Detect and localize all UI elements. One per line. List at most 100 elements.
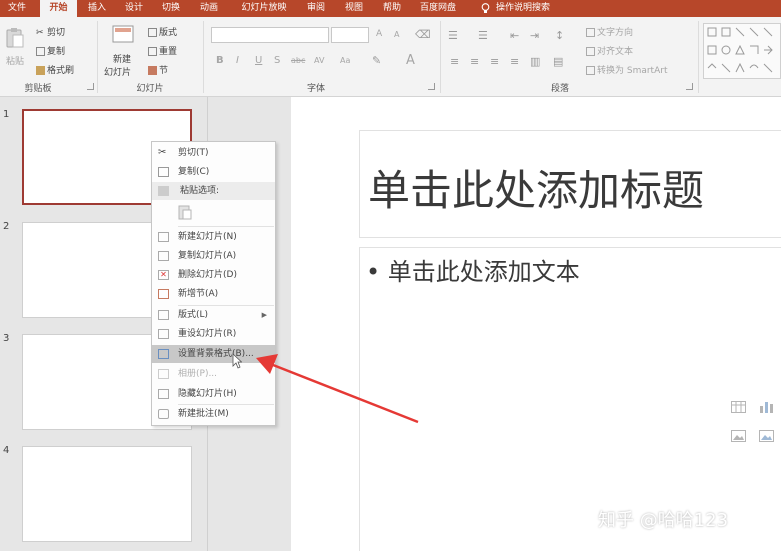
slide-number: 4 [3, 445, 10, 456]
menu-item-new-slide[interactable]: 新建幻灯片(N) [152, 228, 275, 246]
justify-icon[interactable]: ≡ [510, 55, 519, 68]
slide-number: 2 [3, 221, 10, 232]
new-slide-icon [158, 232, 169, 242]
menu-item-cut[interactable]: ✂ 剪切(T) [152, 144, 275, 162]
shapes-gallery[interactable] [703, 23, 781, 79]
tab-view[interactable]: 视图 [338, 0, 370, 17]
slide-number: 3 [3, 333, 10, 344]
group-label-clipboard: 剪贴板 [24, 84, 52, 94]
shapes-icon [707, 27, 773, 73]
group-separator [440, 21, 441, 93]
insert-online-picture-icon[interactable] [759, 430, 774, 442]
title-placeholder-text: 单击此处添加标题 [368, 166, 705, 215]
clipboard-launcher-icon[interactable] [87, 83, 94, 90]
tab-review[interactable]: 审阅 [300, 0, 332, 17]
layout-button[interactable]: 版式 [148, 25, 177, 38]
insert-picture-icon[interactable] [731, 430, 746, 442]
align-right-icon[interactable]: ≡ [490, 55, 499, 68]
group-separator [97, 21, 98, 93]
menu-item-add-section[interactable]: 新增节(A) [152, 285, 275, 303]
reset-icon [148, 47, 157, 56]
slide-number: 1 [3, 109, 10, 120]
tab-home[interactable]: 开始 [40, 0, 77, 17]
paragraph-more-icon[interactable]: ▤ [553, 55, 563, 68]
tab-help[interactable]: 帮助 [376, 0, 408, 17]
grow-font-button[interactable]: A [376, 29, 382, 39]
paste-button[interactable]: 粘贴 [6, 54, 24, 67]
add-section-icon [158, 289, 169, 299]
scissors-icon: ✂ [36, 28, 44, 38]
submenu-arrow-icon: ▶ [261, 311, 267, 319]
columns-icon[interactable]: ▥ [530, 55, 540, 68]
delete-slide-icon: ✕ [158, 270, 169, 280]
text-direction-button[interactable]: 文字方向 [586, 25, 633, 38]
group-separator [203, 21, 204, 93]
italic-button[interactable]: I [236, 55, 239, 66]
menu-item-layout[interactable]: 版式(L) ▶ [152, 306, 275, 324]
shrink-font-button[interactable]: A [394, 30, 399, 39]
menu-paste-options-header: 粘贴选项: [152, 182, 275, 200]
reset-button[interactable]: 重置 [148, 44, 177, 57]
tab-baidu-netdisk[interactable]: 百度网盘 [414, 0, 462, 17]
align-left-icon[interactable]: ≡ [450, 55, 459, 68]
mouse-cursor-icon [232, 353, 242, 369]
menu-item-duplicate-slide[interactable]: 复制幻灯片(A) [152, 247, 275, 265]
section-icon [148, 66, 157, 75]
new-slide-icon [112, 25, 134, 43]
change-case-button[interactable]: Aa [340, 56, 350, 65]
tab-animations[interactable]: 动画 [193, 0, 225, 17]
underline-button[interactable]: U [255, 55, 262, 66]
group-label-paragraph: 段落 [550, 84, 569, 94]
decrease-indent-icon[interactable]: ⇤ [510, 29, 519, 42]
smartart-icon [586, 66, 595, 75]
insert-chart-icon[interactable] [759, 401, 774, 413]
font-launcher-icon[interactable] [428, 83, 435, 90]
duplicate-slide-icon [158, 251, 169, 261]
align-center-icon[interactable]: ≡ [470, 55, 479, 68]
scissors-icon: ✂ [158, 147, 167, 158]
tab-file[interactable]: 文件 [0, 0, 34, 17]
format-painter-button[interactable]: 格式刷 [36, 63, 74, 76]
font-name-combo[interactable] [211, 27, 329, 43]
cut-button[interactable]: ✂ 剪切 [36, 25, 65, 38]
font-size-combo[interactable] [331, 27, 369, 43]
bold-button[interactable]: B [216, 55, 224, 66]
new-slide-button[interactable]: 新建 [113, 52, 131, 65]
insert-table-icon[interactable] [731, 401, 746, 413]
tab-design[interactable]: 设计 [118, 0, 150, 17]
paste-keep-formatting-icon[interactable] [178, 204, 192, 220]
increase-indent-icon[interactable]: ⇥ [530, 29, 539, 42]
tab-transitions[interactable]: 切换 [155, 0, 187, 17]
slide-thumbnail-4[interactable] [22, 446, 192, 542]
char-spacing-button[interactable]: AV [314, 56, 324, 65]
tab-slideshow[interactable]: 幻灯片放映 [234, 0, 294, 17]
paste-icon [158, 186, 169, 196]
strikethrough-button[interactable]: abc [291, 56, 305, 65]
menu-item-copy[interactable]: 复制(C) [152, 163, 275, 181]
brush-icon [36, 66, 45, 75]
copy-button[interactable]: 复制 [36, 44, 65, 57]
font-color-button[interactable]: A [406, 53, 415, 68]
menu-item-delete-slide[interactable]: ✕ 删除幻灯片(D) [152, 266, 275, 284]
line-spacing-icon[interactable]: ↕ [555, 29, 564, 42]
shadow-button[interactable]: S [274, 55, 280, 66]
tab-insert[interactable]: 插入 [81, 0, 113, 17]
clear-format-icon[interactable]: ⌫ [415, 28, 431, 41]
menu-item-reset-slide[interactable]: 重设幻灯片(R) [152, 325, 275, 343]
numbering-icon[interactable]: ☰ [478, 29, 488, 42]
align-text-button[interactable]: 对齐文本 [586, 44, 633, 57]
hide-slide-icon [158, 389, 169, 399]
group-label-slides: 幻灯片 [136, 84, 164, 94]
photo-album-icon [158, 369, 169, 379]
paragraph-launcher-icon[interactable] [686, 83, 693, 90]
new-slide-dropdown[interactable]: 幻灯片 [104, 65, 131, 78]
copy-icon [36, 47, 45, 56]
section-button[interactable]: 节 [148, 63, 168, 76]
comment-icon [158, 409, 169, 419]
bullets-icon[interactable]: ☰ [448, 29, 458, 42]
format-background-icon [158, 349, 169, 359]
convert-smartart-button[interactable]: 转换为 SmartArt [586, 63, 667, 76]
tell-me-search[interactable]: 操作说明搜索 [496, 0, 566, 17]
highlight-icon[interactable]: ✎ [372, 54, 381, 67]
ribbon: 粘贴 ✂ 剪切 复制 格式刷 剪贴板 新建 幻灯片 版式 重置 节 幻灯片 A A… [0, 17, 781, 97]
